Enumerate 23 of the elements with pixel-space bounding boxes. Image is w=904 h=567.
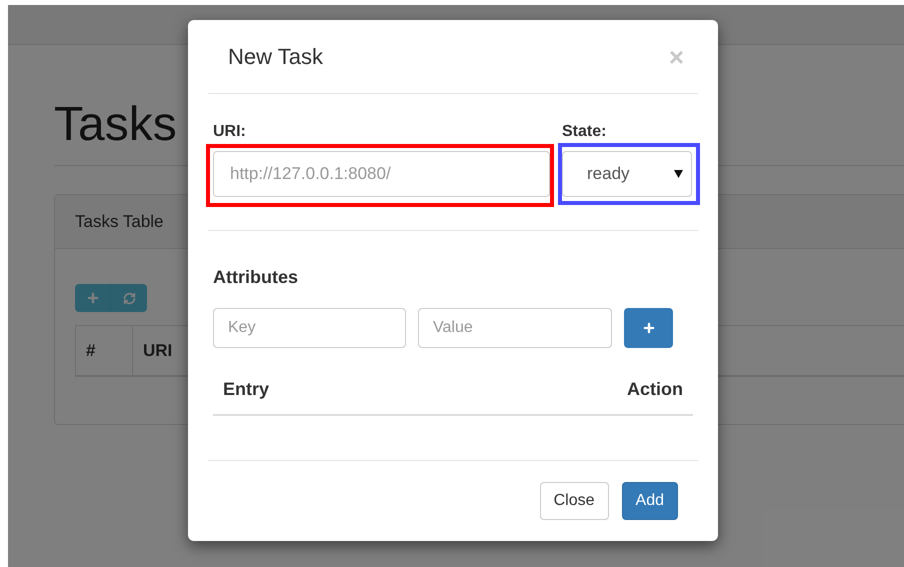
plus-icon [642, 321, 656, 335]
column-header: # [86, 340, 96, 362]
value-field[interactable]: Value [418, 308, 612, 348]
page-heading: Tasks [54, 97, 177, 153]
plus-icon [86, 291, 100, 305]
uri-field[interactable]: http://127.0.0.1:8080/ [213, 151, 550, 197]
add-button[interactable]: Add [622, 482, 678, 520]
modal-title: New Task [227, 43, 323, 71]
column-header: Entry [223, 378, 270, 401]
add-attribute-button[interactable] [624, 308, 673, 348]
refresh-button[interactable] [111, 284, 147, 312]
column-header: Action [627, 378, 683, 400]
state-select[interactable]: ready [562, 151, 692, 197]
panel-title: Tasks Table [75, 210, 164, 233]
caret-icon [674, 170, 683, 178]
attributes-heading: Attributes [213, 267, 299, 287]
close-button[interactable]: Close [540, 482, 609, 520]
add-button[interactable] [75, 284, 111, 312]
key-field[interactable]: Key [213, 308, 406, 348]
refresh-icon [122, 292, 136, 304]
column-header: URI [143, 340, 172, 362]
uri-label: URI: [213, 122, 247, 142]
state-label: State: [562, 122, 608, 142]
